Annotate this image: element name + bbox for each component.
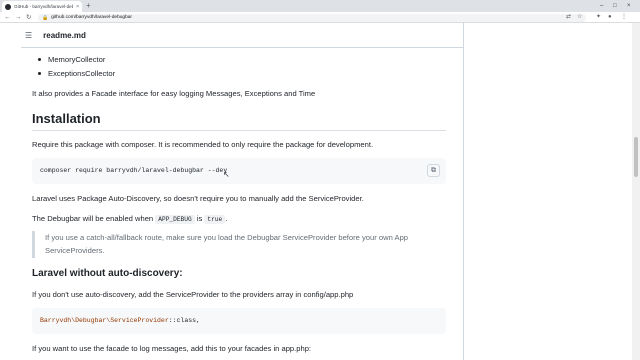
url-text[interactable]: github.com/barryvdh/laravel-debugbar xyxy=(51,15,132,20)
note-blockquote: If you use a catch-all/fallback route, m… xyxy=(32,231,446,258)
translate-icon[interactable]: ⇄ xyxy=(566,12,571,23)
enabled-is: is xyxy=(194,214,205,223)
forward-icon[interactable]: → xyxy=(15,12,22,23)
composer-code-block: composer require barryvdh/laravel-debugb… xyxy=(32,158,446,184)
left-gutter xyxy=(0,23,21,360)
note-line-1: If you use a catch-all/fallback route, m… xyxy=(45,233,409,242)
outline-list-icon[interactable]: ☰ xyxy=(25,31,32,40)
composer-command[interactable]: composer require barryvdh/laravel-debugb… xyxy=(40,167,227,174)
browser-toolbar: ← → ↻ 🔒 github.com/barryvdh/laravel-debu… xyxy=(0,12,640,23)
tab-close-icon[interactable]: × xyxy=(76,4,79,10)
scrollbar-track[interactable] xyxy=(632,23,640,360)
without-auto-discovery-heading: Laravel without auto-discovery: xyxy=(32,268,183,279)
content-divider xyxy=(463,23,464,360)
enabled-suffix: . xyxy=(225,214,228,223)
inline-code-true: true xyxy=(204,215,226,224)
bookmark-star-icon[interactable]: ☆ xyxy=(577,12,582,23)
lock-icon: 🔒 xyxy=(42,14,49,21)
extensions-icon[interactable]: ✦ xyxy=(596,12,601,23)
reload-icon[interactable]: ↻ xyxy=(26,12,31,23)
maximize-icon[interactable]: □ xyxy=(613,0,617,12)
installation-heading: Installation xyxy=(32,111,101,126)
readme-file-header: ☰ readme.md xyxy=(21,24,463,48)
minimize-icon[interactable]: – xyxy=(600,0,603,12)
heading-rule xyxy=(32,130,446,131)
note-line-2: ServiceProviders. xyxy=(45,246,105,255)
copy-icon[interactable]: ⧉ xyxy=(427,164,440,177)
without-auto-intro: If you don't use auto-discovery, add the… xyxy=(32,290,354,299)
tab-title: GitHub - barryvdh/laravel-debugbar xyxy=(14,4,73,9)
menu-kebab-icon[interactable]: ⋮ xyxy=(621,12,627,23)
installation-intro: Require this package with composer. It i… xyxy=(32,140,374,149)
profile-icon[interactable]: ● xyxy=(608,12,612,23)
enabled-prefix: The Debugbar will be enabled when xyxy=(32,214,156,223)
close-window-icon[interactable]: × xyxy=(627,0,631,12)
provider-class-name: Barryvdh\Debugbar\ServiceProvider xyxy=(40,317,169,324)
tab-strip: GitHub - barryvdh/laravel-debugbar × + –… xyxy=(0,0,640,12)
new-tab-button[interactable]: + xyxy=(86,1,91,11)
facade-intro-paragraph: If you want to use the facade to log mes… xyxy=(32,344,312,353)
provider-code-block: Barryvdh\Debugbar\ServiceProvider::class… xyxy=(32,308,446,334)
github-favicon-icon xyxy=(5,3,11,10)
back-icon[interactable]: ← xyxy=(4,12,11,23)
browser-tab[interactable]: GitHub - barryvdh/laravel-debugbar × xyxy=(2,1,82,12)
provider-code[interactable]: Barryvdh\Debugbar\ServiceProvider::class… xyxy=(40,317,200,324)
scrollbar-thumb[interactable] xyxy=(634,137,638,177)
provider-class-suffix: ::class, xyxy=(168,317,200,324)
mouse-cursor-icon: ↖ xyxy=(223,170,230,179)
readme-filename[interactable]: readme.md xyxy=(43,31,86,40)
list-item: ExceptionsCollector xyxy=(37,69,116,78)
list-item: MemoryCollector xyxy=(37,55,106,64)
address-bar[interactable]: 🔒 github.com/barryvdh/laravel-debugbar xyxy=(38,13,586,22)
auto-discovery-paragraph: Laravel uses Package Auto-Discovery, so … xyxy=(32,194,364,203)
enabled-paragraph: The Debugbar will be enabled when APP_DE… xyxy=(32,214,228,224)
inline-code-app-debug: APP_DEBUG xyxy=(155,215,195,224)
facade-paragraph: It also provides a Facade interface for … xyxy=(32,89,316,98)
